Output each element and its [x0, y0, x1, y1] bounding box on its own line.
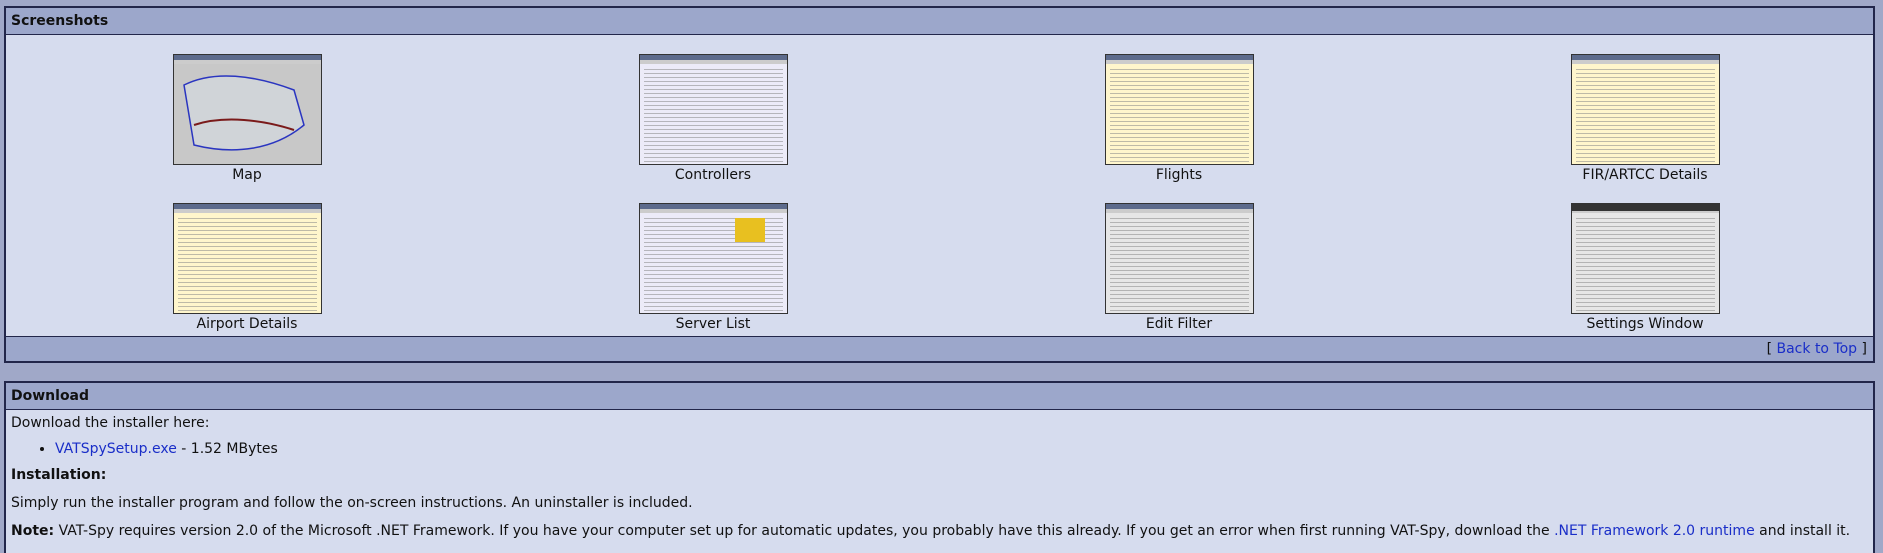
screenshot-label[interactable]: Map	[147, 167, 347, 184]
note-paragraph: Note: VAT-Spy requires version 2.0 of th…	[11, 523, 1851, 539]
screenshot-item[interactable]: Server List	[613, 203, 813, 333]
screenshot-label[interactable]: Settings Window	[1545, 316, 1745, 333]
screenshot-thumbnail[interactable]	[1104, 54, 1254, 165]
screenshot-thumbnail[interactable]	[172, 203, 322, 314]
screenshot-label[interactable]: FIR/ARTCC Details	[1545, 167, 1745, 184]
screenshot-label[interactable]: Airport Details	[147, 316, 347, 333]
screenshots-header: Screenshots	[6, 8, 1873, 35]
screenshot-thumbnail[interactable]	[172, 54, 322, 165]
installation-heading: Installation:	[11, 467, 107, 483]
screenshot-item[interactable]: Airport Details	[147, 203, 347, 333]
screenshot-thumbnail[interactable]	[1570, 54, 1720, 165]
file-size: - 1.52 MBytes	[176, 441, 278, 457]
screenshot-thumbnail[interactable]	[638, 203, 788, 314]
screenshot-label[interactable]: Edit Filter	[1079, 316, 1279, 333]
note-label: Note:	[11, 523, 55, 539]
screenshot-item[interactable]: Map	[147, 54, 347, 184]
screenshot-item[interactable]: Edit Filter	[1079, 203, 1279, 333]
screenshot-item[interactable]: Settings Window	[1545, 203, 1745, 333]
screenshot-gallery: Map Controllers Flights FIR/ARTCC Details Ai…	[6, 42, 1873, 332]
screenshot-item[interactable]: Controllers	[613, 54, 813, 184]
screenshot-thumbnail[interactable]	[1104, 203, 1254, 314]
screenshot-thumbnail[interactable]	[1570, 203, 1720, 314]
download-header: Download	[6, 383, 1873, 410]
screenshot-item[interactable]: FIR/ARTCC Details	[1545, 54, 1745, 184]
download-item: VATSpySetup.exe - 1.52 MBytes	[55, 440, 1868, 458]
installer-link[interactable]: VATSpySetup.exe	[55, 441, 177, 457]
screenshot-thumbnail[interactable]	[638, 54, 788, 165]
screenshot-item[interactable]: Flights	[1079, 54, 1279, 184]
download-panel: Download Download the installer here: VA…	[4, 381, 1875, 553]
screenshot-label[interactable]: Controllers	[613, 167, 813, 184]
back-to-top-bar: [ Back to Top ]	[6, 336, 1873, 361]
back-to-top-link[interactable]: Back to Top	[1777, 341, 1858, 357]
screenshots-panel: Screenshots Map Controllers Flights FIR/ART…	[4, 6, 1875, 363]
screenshot-label[interactable]: Server List	[613, 316, 813, 333]
screenshot-label[interactable]: Flights	[1079, 167, 1279, 184]
download-intro: Download the installer here:	[11, 415, 210, 431]
installation-text: Simply run the installer program and fol…	[11, 495, 693, 511]
dotnet-runtime-link[interactable]: .NET Framework 2.0 runtime	[1554, 523, 1755, 539]
